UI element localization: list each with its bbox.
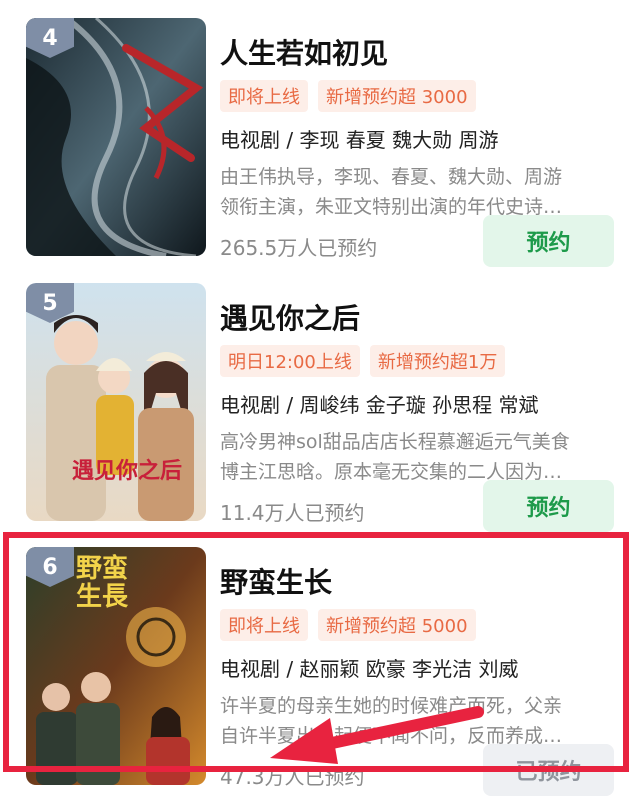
list-item[interactable]: 6 野蛮生長 野蛮生长 即将上线 新增预约超 5000 电视剧 / 赵丽颖 欧豪… <box>0 547 640 797</box>
description: 许半夏的母亲生她的时候难产而死，父亲 自许半夏出生起便不闻不问，反而养成… <box>220 695 563 747</box>
status-tag: 即将上线 <box>220 609 308 641</box>
list-item[interactable]: 4 人生若如初见 即将上线 新增预约超 3000 电视剧 / 李现 春夏 魏大勋… <box>0 18 640 268</box>
cast-line: 电视剧 / 李现 春夏 魏大勋 周游 <box>220 128 499 152</box>
reserve-button[interactable]: 预约 <box>483 215 614 267</box>
status-tag: 明日12:00上线 <box>220 345 360 377</box>
list-item[interactable]: 5 遇见你之后 遇见你之后 明日12:00上线 新增预约超1万 电视剧 / 周峻… <box>0 283 640 533</box>
reservation-count: 265.5万人已预约 <box>220 236 378 260</box>
status-tag: 即将上线 <box>220 80 308 112</box>
reserved-button[interactable]: 已预约 <box>483 744 614 796</box>
description: 由王伟执导，李现、春夏、魏大勋、周游 领衔主演，朱亚文特别出演的年代史诗… <box>220 166 563 218</box>
drama-title[interactable]: 遇见你之后 <box>220 297 360 337</box>
poster-title: 遇见你之后 <box>72 458 183 484</box>
drama-title[interactable]: 野蛮生长 <box>220 561 332 601</box>
drama-title[interactable]: 人生若如初见 <box>220 32 388 72</box>
reservation-tag: 新增预约超 5000 <box>318 609 476 641</box>
reserve-button[interactable]: 预约 <box>483 480 614 532</box>
poster-image[interactable]: 6 野蛮生長 <box>26 547 206 785</box>
poster-title: 野蛮生長 <box>76 554 129 612</box>
poster-image[interactable]: 4 <box>26 18 206 256</box>
poster-image[interactable]: 5 遇见你之后 <box>26 283 206 521</box>
description: 高冷男神sol甜品店店长程慕邂逅元气美食 博主江思晗。原本毫无交集的二人因为… <box>220 431 570 483</box>
reservation-count: 11.4万人已预约 <box>220 501 365 525</box>
cast-line: 电视剧 / 赵丽颖 欧豪 李光洁 刘威 <box>220 657 519 681</box>
cast-line: 电视剧 / 周峻纬 金子璇 孙思程 常斌 <box>220 393 539 417</box>
reservation-tag: 新增预约超 3000 <box>318 80 476 112</box>
reservation-count: 47.3万人已预约 <box>220 765 365 789</box>
reservation-tag: 新增预约超1万 <box>369 345 506 377</box>
